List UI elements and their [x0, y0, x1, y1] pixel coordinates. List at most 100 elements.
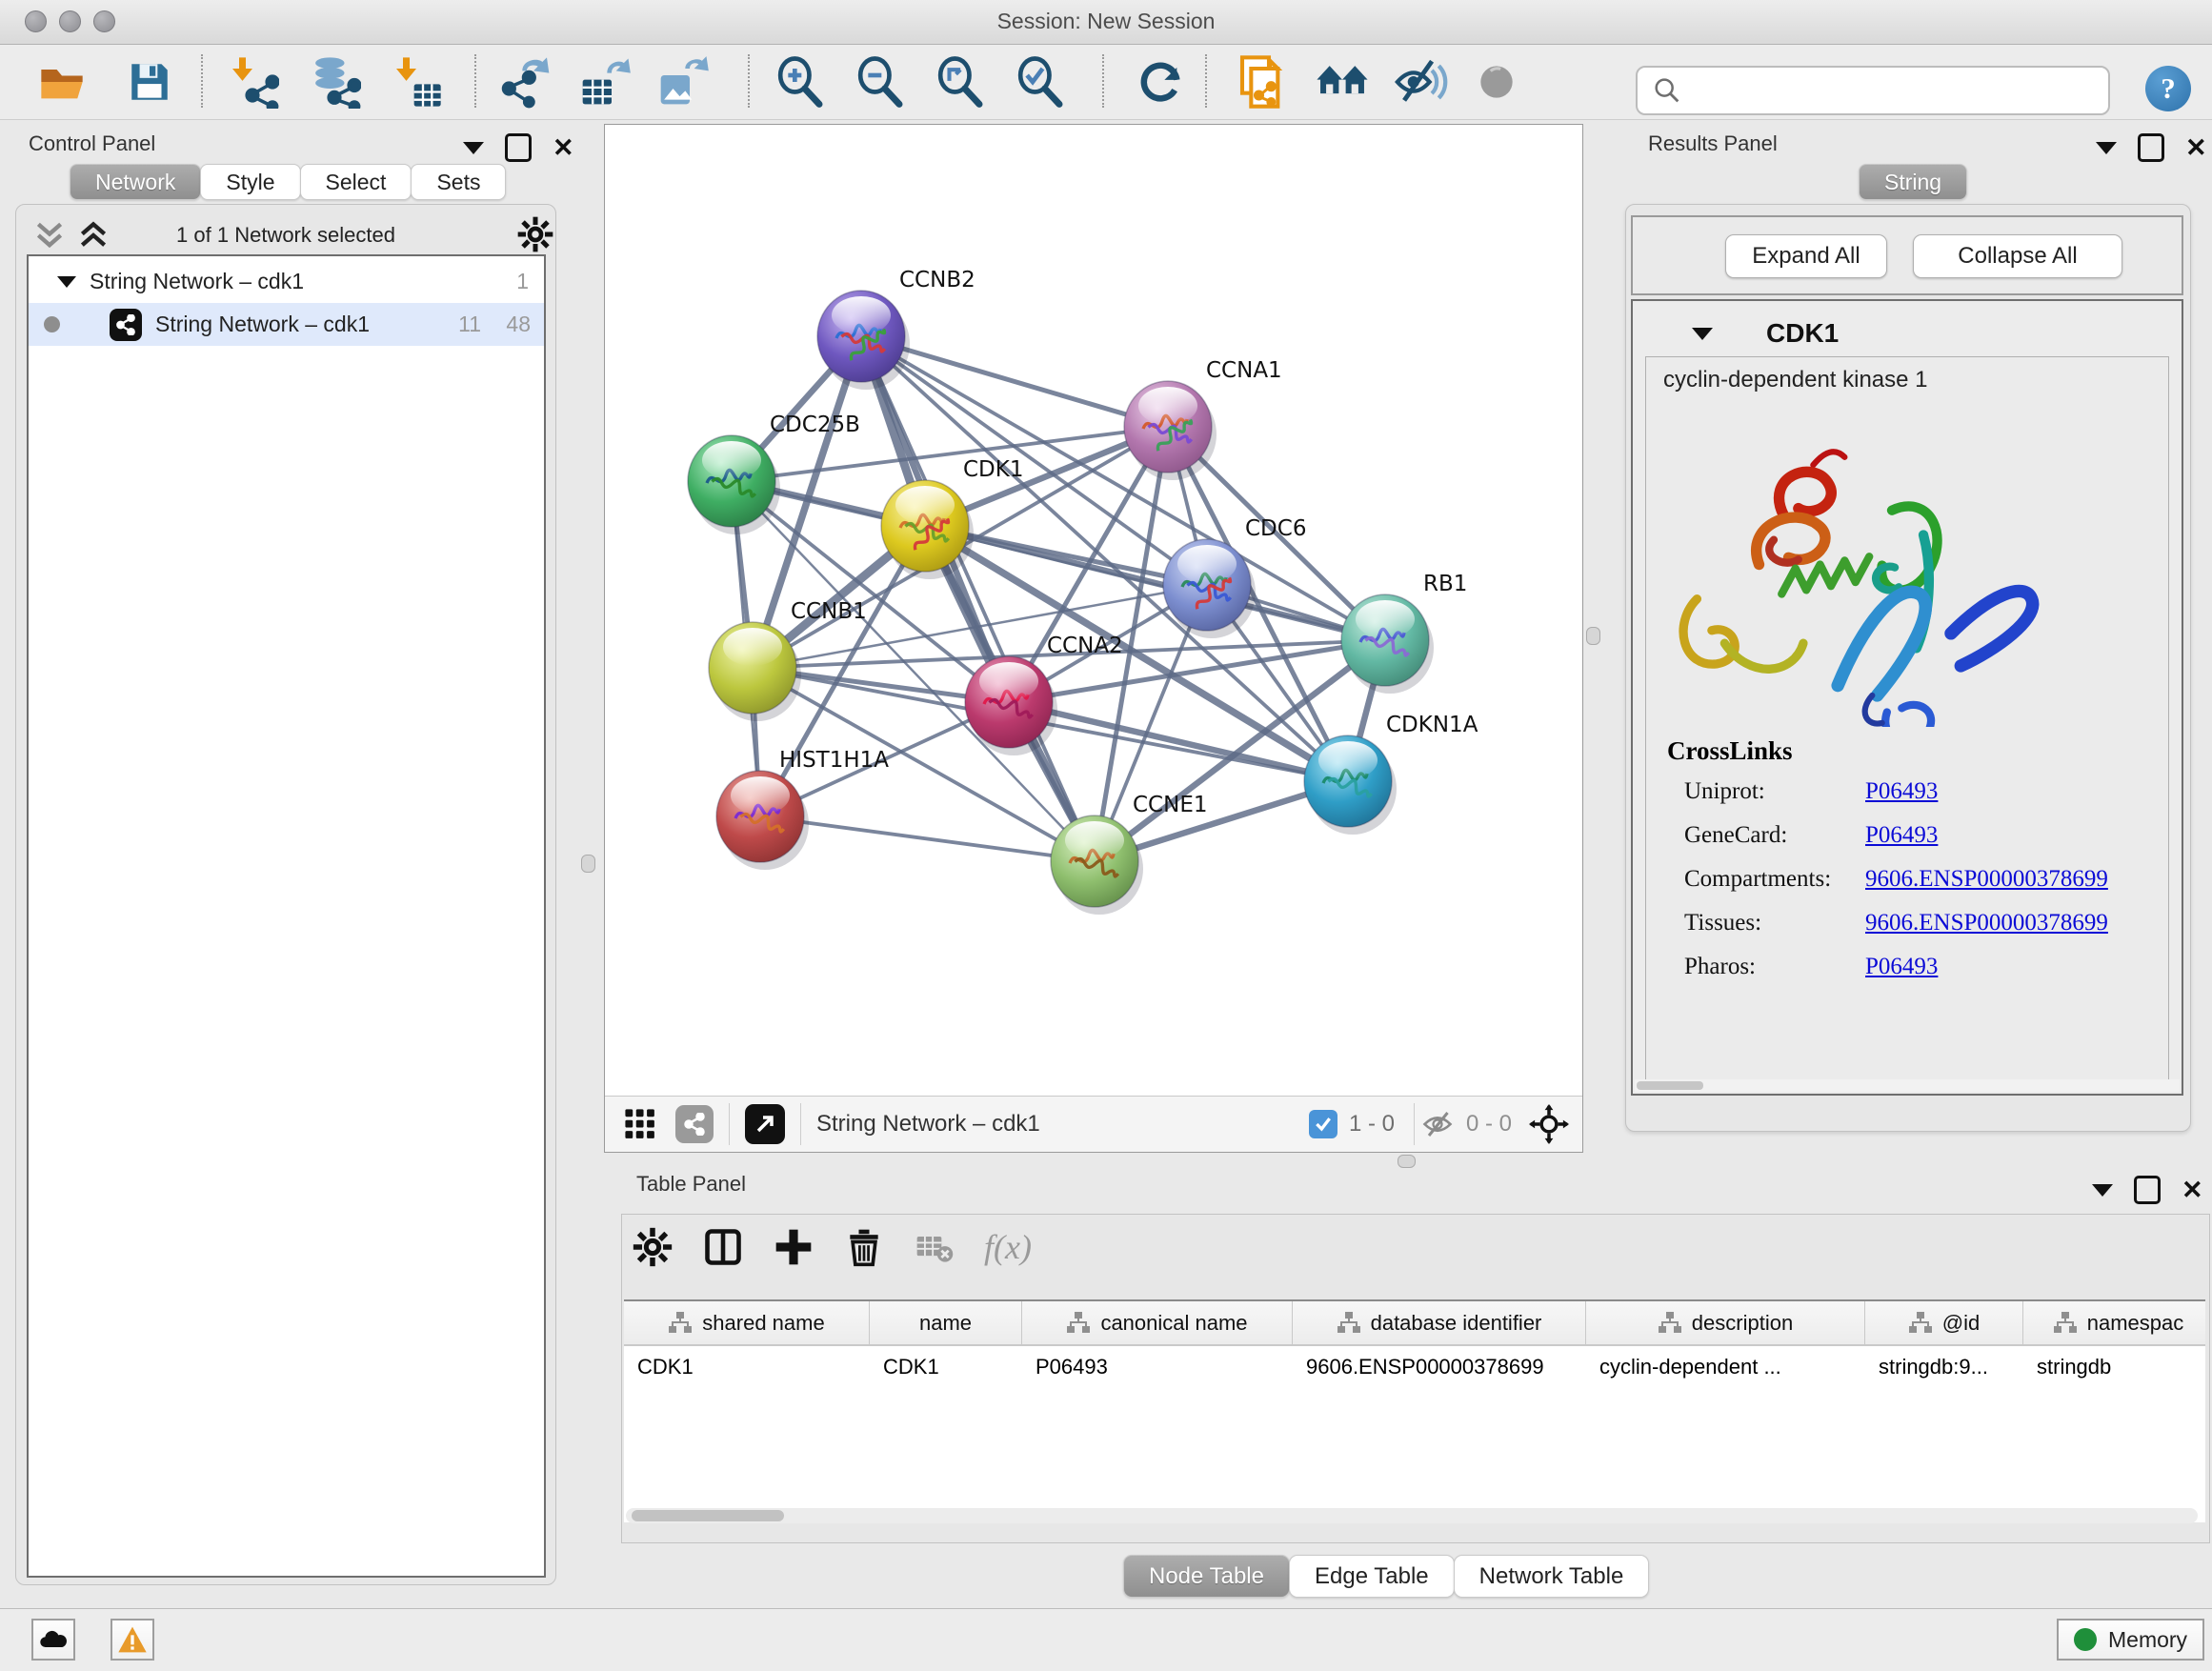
- string-view-icon[interactable]: [675, 1105, 714, 1143]
- hide-selected-button[interactable]: [1389, 51, 1452, 112]
- table-options-gear-icon[interactable]: [632, 1226, 674, 1268]
- panel-menu-icon[interactable]: [2092, 1184, 2113, 1197]
- hidden-eye-slash-icon[interactable]: [1420, 1107, 1455, 1141]
- tab-network[interactable]: Network: [70, 164, 201, 200]
- network-snapshot-button[interactable]: [1231, 51, 1294, 112]
- splitter-handle[interactable]: [581, 855, 595, 873]
- network-node-ccna1[interactable]: [1124, 381, 1217, 480]
- network-node-cdkn1a[interactable]: [1304, 735, 1397, 835]
- tab-sets[interactable]: Sets: [411, 164, 506, 200]
- control-panel-title: Control Panel: [29, 131, 155, 156]
- search-input[interactable]: [1691, 77, 2108, 104]
- crosslink-link[interactable]: P06493: [1865, 954, 1938, 980]
- collapse-all-button[interactable]: Collapse All: [1913, 234, 2122, 278]
- tab-edge-table[interactable]: Edge Table: [1289, 1555, 1455, 1598]
- crosslink-link[interactable]: 9606.ENSP00000378699: [1865, 910, 2108, 936]
- table-cell[interactable]: P06493: [1022, 1346, 1293, 1388]
- expand-all-button[interactable]: Expand All: [1725, 234, 1887, 278]
- network-collection-row[interactable]: String Network – cdk1 1: [29, 260, 544, 303]
- import-network-from-file-button[interactable]: [221, 51, 284, 112]
- selected-checkbox-icon[interactable]: [1309, 1110, 1337, 1138]
- column-header-database-identifier[interactable]: database identifier: [1293, 1301, 1586, 1344]
- table-cell[interactable]: CDK1: [624, 1346, 870, 1388]
- tab-style[interactable]: Style: [200, 164, 300, 200]
- section-collapse-icon[interactable]: [1692, 328, 1713, 340]
- float-panel-icon[interactable]: [505, 133, 532, 162]
- warnings-button[interactable]: [111, 1619, 154, 1661]
- delete-column-trash-icon[interactable]: [843, 1226, 885, 1268]
- table-cell[interactable]: 9606.ENSP00000378699: [1293, 1346, 1586, 1388]
- float-panel-icon[interactable]: [2134, 1176, 2161, 1204]
- open-session-button[interactable]: [30, 51, 93, 112]
- help-button[interactable]: ?: [2145, 66, 2191, 111]
- column-header-shared-name[interactable]: shared name: [624, 1301, 870, 1344]
- network-edge[interactable]: [1009, 702, 1348, 781]
- tree-expand-icon[interactable]: [57, 276, 76, 288]
- network-node-cdk1[interactable]: [881, 480, 974, 579]
- import-network-from-database-button[interactable]: [303, 51, 366, 112]
- network-node-ccnb2[interactable]: [817, 291, 910, 390]
- network-canvas[interactable]: CCNB2CCNA1CDC25BCDK1CDC6RB1CCNB1CCNA2CDK…: [605, 125, 1582, 1095]
- options-gear-icon[interactable]: [516, 215, 554, 253]
- table-cell[interactable]: stringdb: [2023, 1346, 2205, 1388]
- column-header-namespac[interactable]: namespac: [2023, 1301, 2205, 1344]
- cloud-status-button[interactable]: [31, 1619, 75, 1661]
- grid-view-icon[interactable]: [624, 1108, 656, 1140]
- tab-node-table[interactable]: Node Table: [1123, 1555, 1290, 1598]
- table-cell[interactable]: stringdb:9...: [1865, 1346, 2023, 1388]
- column-label: description: [1692, 1311, 1793, 1336]
- close-panel-icon[interactable]: ✕: [553, 136, 574, 159]
- tab-network-table[interactable]: Network Table: [1454, 1555, 1650, 1598]
- table-hscrollbar[interactable]: [626, 1508, 2198, 1523]
- export-table-button[interactable]: [573, 51, 636, 112]
- scrollbar-thumb[interactable]: [632, 1510, 784, 1521]
- column-header-description[interactable]: description: [1586, 1301, 1865, 1344]
- splitter-handle[interactable]: [1586, 627, 1600, 645]
- zoom-selected-button[interactable]: [1008, 51, 1071, 112]
- zoom-fit-button[interactable]: [928, 51, 991, 112]
- network-node-rb1[interactable]: [1341, 594, 1434, 694]
- expand-all-icon[interactable]: [78, 221, 109, 250]
- float-panel-icon[interactable]: [2138, 133, 2164, 162]
- zoom-in-button[interactable]: [768, 51, 831, 112]
- column-header-name[interactable]: name: [870, 1301, 1022, 1344]
- show-all-button[interactable]: [1465, 51, 1528, 112]
- navigator-crosshair-icon[interactable]: [1529, 1104, 1569, 1144]
- tab-string[interactable]: String: [1859, 164, 1967, 200]
- export-image-button[interactable]: [652, 51, 714, 112]
- crosslink-link[interactable]: P06493: [1865, 778, 1938, 805]
- houses-icon: [1315, 54, 1370, 110]
- birds-eye-view-button[interactable]: [1311, 51, 1374, 112]
- network-node-cdc25b[interactable]: [688, 435, 780, 534]
- detach-view-icon[interactable]: [745, 1104, 785, 1144]
- column-header--id[interactable]: @id: [1865, 1301, 2023, 1344]
- results-hscrollbar[interactable]: [1635, 1079, 2180, 1092]
- export-network-button[interactable]: [495, 51, 558, 112]
- create-column-plus-icon[interactable]: [773, 1226, 814, 1268]
- node-label: CCNA2: [1047, 634, 1123, 658]
- network-node-hist1h1a[interactable]: [716, 771, 809, 870]
- splitter-handle[interactable]: [1398, 1155, 1416, 1168]
- network-node-ccne1[interactable]: [1051, 815, 1143, 915]
- memory-button[interactable]: Memory: [2057, 1619, 2204, 1661]
- panel-menu-icon[interactable]: [463, 142, 484, 154]
- import-table-from-file-button[interactable]: [385, 51, 448, 112]
- network-row-selected[interactable]: String Network – cdk1 11 48: [29, 303, 544, 346]
- column-header-canonical-name[interactable]: canonical name: [1022, 1301, 1293, 1344]
- panel-menu-icon[interactable]: [2096, 142, 2117, 154]
- table-cell[interactable]: cyclin-dependent ...: [1586, 1346, 1865, 1388]
- close-panel-icon[interactable]: ✕: [2182, 1178, 2203, 1201]
- network-edge[interactable]: [760, 816, 1095, 861]
- save-session-button[interactable]: [118, 51, 181, 112]
- table-cell[interactable]: CDK1: [870, 1346, 1022, 1388]
- tab-select[interactable]: Select: [300, 164, 412, 200]
- collapse-all-icon[interactable]: [34, 221, 65, 250]
- zoom-out-button[interactable]: [848, 51, 911, 112]
- crosslink-link[interactable]: P06493: [1865, 822, 1938, 849]
- network-edge[interactable]: [861, 336, 1095, 861]
- table-row[interactable]: CDK1CDK1P064939606.ENSP00000378699cyclin…: [624, 1346, 2205, 1388]
- crosslink-link[interactable]: 9606.ENSP00000378699: [1865, 866, 2108, 893]
- close-panel-icon[interactable]: ✕: [2185, 136, 2207, 159]
- refresh-view-button[interactable]: [1129, 51, 1192, 112]
- show-columns-icon[interactable]: [702, 1226, 744, 1268]
